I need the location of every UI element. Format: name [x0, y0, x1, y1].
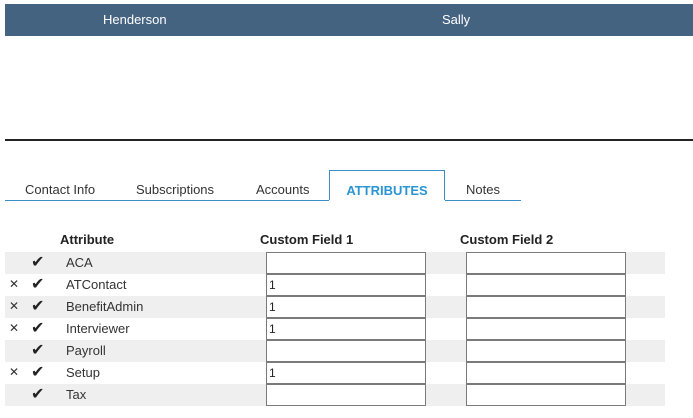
column-header-attribute: Attribute [60, 232, 115, 247]
tab-underline [5, 200, 329, 201]
tab-notes[interactable]: Notes [466, 182, 500, 197]
custom-field-2-input[interactable] [466, 340, 626, 362]
tab-bar: Contact Info Subscriptions Accounts ATTR… [5, 170, 693, 201]
checkmark-icon: ✔ [31, 320, 45, 337]
tab-underline [445, 200, 521, 201]
custom-field-2-input[interactable] [466, 384, 626, 406]
custom-field-1-input[interactable] [266, 274, 426, 296]
custom-field-1-input[interactable] [266, 318, 426, 340]
record-header: Henderson Sally [5, 4, 693, 36]
custom-field-2-input[interactable] [466, 274, 626, 296]
custom-field-2-input[interactable] [466, 296, 626, 318]
last-name: Henderson [103, 12, 167, 27]
checkmark-icon: ✔ [31, 342, 45, 359]
table-row: ✔ Tax [5, 384, 665, 406]
close-icon[interactable]: ✕ [9, 365, 19, 379]
attribute-name: Interviewer [66, 321, 130, 336]
custom-field-1-input[interactable] [266, 362, 426, 384]
custom-field-1-input[interactable] [266, 252, 426, 274]
checkmark-icon: ✔ [31, 364, 45, 381]
tab-contact-info[interactable]: Contact Info [25, 182, 95, 197]
checkmark-icon: ✔ [31, 298, 45, 315]
custom-field-1-input[interactable] [266, 296, 426, 318]
close-icon[interactable]: ✕ [9, 321, 19, 335]
custom-field-2-input[interactable] [466, 362, 626, 384]
close-icon[interactable]: ✕ [9, 277, 19, 291]
table-row: ✕ ✔ Setup [5, 362, 665, 384]
custom-field-2-input[interactable] [466, 252, 626, 274]
table-row: ✕ ✔ Interviewer [5, 318, 665, 340]
tab-accounts[interactable]: Accounts [256, 182, 309, 197]
custom-field-1-input[interactable] [266, 384, 426, 406]
close-icon[interactable]: ✕ [9, 299, 19, 313]
column-header-custom-field-1: Custom Field 1 [260, 232, 354, 247]
attribute-name: Setup [66, 365, 100, 380]
attribute-name: Payroll [66, 343, 106, 358]
attribute-name: ATContact [66, 277, 127, 292]
checkmark-icon: ✔ [31, 276, 45, 293]
table-row: ✕ ✔ BenefitAdmin [5, 296, 665, 318]
tab-subscriptions[interactable]: Subscriptions [136, 182, 214, 197]
first-name: Sally [442, 12, 471, 27]
table-row: ✕ ✔ ATContact [5, 274, 665, 296]
table-row: ✔ ACA [5, 252, 665, 274]
attribute-name: ACA [66, 255, 93, 270]
custom-field-2-input[interactable] [466, 318, 626, 340]
table-row: ✔ Payroll [5, 340, 665, 362]
tab-attributes[interactable]: ATTRIBUTES [329, 170, 445, 200]
custom-field-1-input[interactable] [266, 340, 426, 362]
attribute-name: Tax [66, 387, 87, 402]
section-divider [5, 139, 693, 141]
column-header-custom-field-2: Custom Field 2 [460, 232, 554, 247]
checkmark-icon: ✔ [31, 386, 45, 403]
checkmark-icon: ✔ [31, 254, 45, 271]
attribute-name: BenefitAdmin [66, 299, 144, 314]
